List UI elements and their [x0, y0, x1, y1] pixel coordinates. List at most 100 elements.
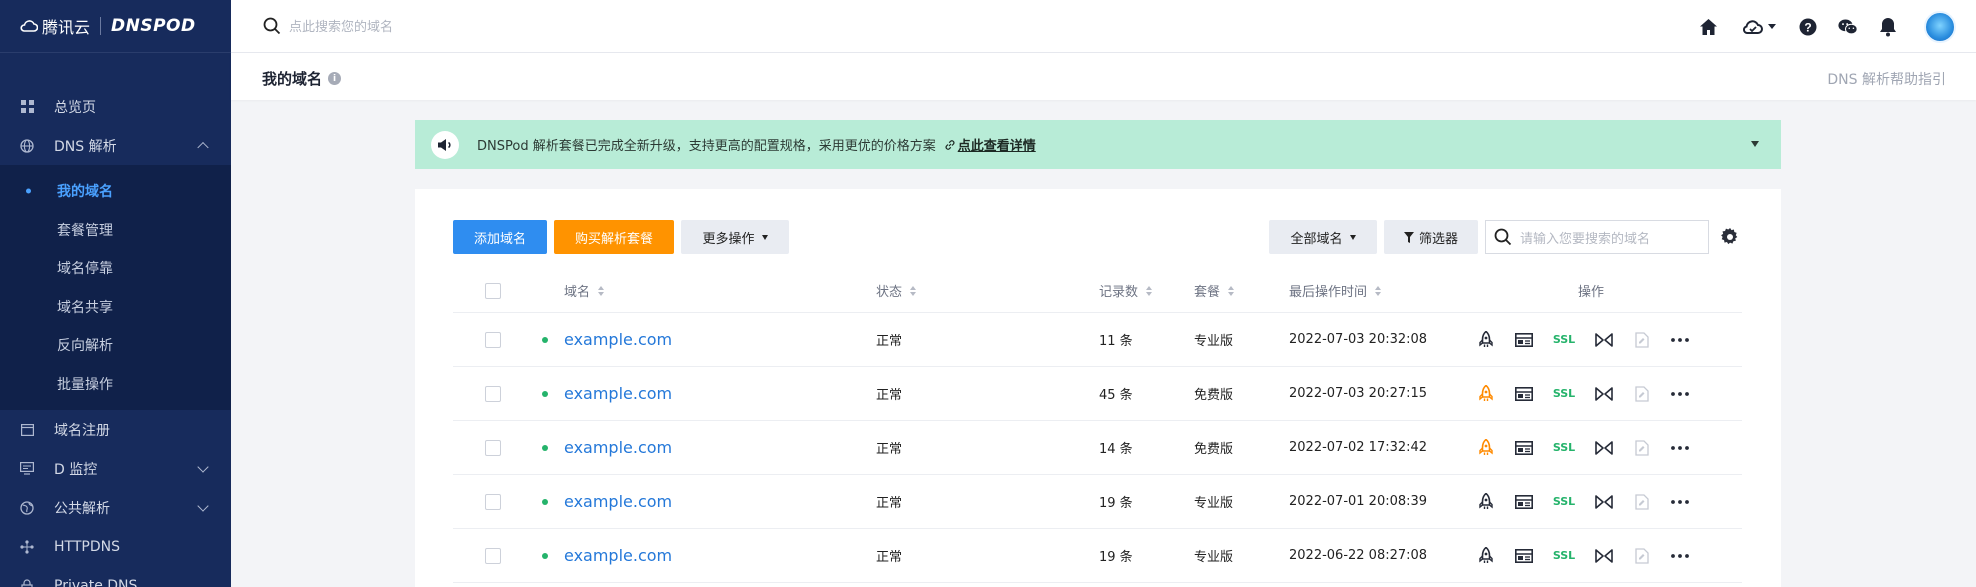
all-domains-dropdown[interactable]: 全部域名	[1269, 220, 1377, 254]
sidebar-subitem-packages[interactable]: 套餐管理	[0, 211, 231, 250]
domain-cell: example.com	[564, 367, 672, 420]
mirror-icon[interactable]	[1594, 330, 1614, 350]
collapse-caret-icon[interactable]	[1751, 141, 1759, 147]
bell-icon[interactable]	[1878, 17, 1898, 37]
rocket-icon[interactable]	[1476, 384, 1496, 404]
row-actions: SSL	[1476, 546, 1708, 566]
more-icon[interactable]	[1670, 438, 1690, 458]
mirror-icon[interactable]	[1594, 492, 1614, 512]
rocket-icon[interactable]	[1476, 330, 1496, 350]
row-checkbox[interactable]	[485, 385, 501, 402]
row-checkbox[interactable]	[485, 547, 501, 564]
more-actions-dropdown[interactable]: 更多操作	[681, 220, 789, 254]
col-records[interactable]: 记录数	[1099, 269, 1153, 312]
domain-link[interactable]: example.com	[564, 438, 672, 457]
sidebar-subitem-domain-sharing[interactable]: 域名共享	[0, 288, 231, 327]
rocket-icon[interactable]	[1476, 492, 1496, 512]
table-row[interactable]: example.com 正常 45 条 免费版 2022-07-03 20:27…	[453, 367, 1742, 421]
sidebar-subitem-my-domains[interactable]: 我的域名	[0, 172, 231, 211]
sort-icon	[1146, 285, 1153, 296]
row-checkbox[interactable]	[485, 493, 501, 510]
select-all-checkbox[interactable]	[485, 282, 501, 299]
table-header: 域名 状态 记录数 套餐 最后操作时间 操作	[453, 269, 1742, 313]
avatar[interactable]	[1924, 10, 1956, 43]
sidebar-item-d-monitor[interactable]: D 监控	[0, 449, 231, 488]
add-domain-button[interactable]: 添加域名	[453, 220, 547, 254]
domain-search-input[interactable]: 请输入您要搜索的域名	[1485, 220, 1709, 254]
plan-cell: 免费版	[1194, 388, 1234, 403]
global-search[interactable]: 点此搜索您的域名	[263, 16, 393, 35]
sidebar-item-httpdns[interactable]: HTTPDNS	[0, 527, 231, 566]
gear-icon[interactable]	[1721, 228, 1739, 246]
row-checkbox[interactable]	[485, 331, 501, 348]
sidebar-item-dns[interactable]: DNS 解析	[0, 126, 231, 165]
ssl-icon[interactable]: SSL	[1552, 546, 1576, 566]
col-domain[interactable]: 域名	[564, 269, 605, 312]
certificate-icon	[1632, 384, 1652, 404]
records-cell: 45 条	[1099, 388, 1133, 403]
col-last-op[interactable]: 最后操作时间	[1289, 269, 1382, 312]
sidebar-item-label: DNS 解析	[54, 138, 117, 155]
more-icon[interactable]	[1670, 546, 1690, 566]
home-icon[interactable]	[1698, 17, 1718, 37]
mirror-icon[interactable]	[1594, 384, 1614, 404]
sidebar-subitem-domain-parking[interactable]: 域名停靠	[0, 249, 231, 288]
domain-link[interactable]: example.com	[564, 492, 672, 511]
domain-link[interactable]: example.com	[564, 546, 672, 565]
record-table-icon[interactable]	[1514, 438, 1534, 458]
row-select-cell	[485, 313, 501, 366]
sidebar-item-public-dns[interactable]: 公共解析	[0, 488, 231, 527]
ssl-icon[interactable]: SSL	[1552, 438, 1576, 458]
mirror-icon[interactable]	[1594, 546, 1614, 566]
table-row[interactable]: example.com 正常 19 条 专业版 2022-06-22 08:27…	[453, 529, 1742, 583]
sidebar-item-private-dns[interactable]: Private DNS	[0, 566, 231, 587]
last-op-time-cell: 2022-07-02 17:32:42	[1289, 440, 1428, 455]
wechat-icon[interactable]	[1838, 17, 1858, 37]
svg-text:?: ?	[1804, 20, 1811, 34]
info-icon[interactable]: i	[328, 72, 342, 85]
record-table-icon[interactable]	[1514, 492, 1534, 512]
sidebar-subitem-batch[interactable]: 批量操作	[0, 365, 231, 404]
help-icon[interactable]: ?	[1798, 17, 1818, 37]
brand[interactable]: 腾讯云 DNSPOD	[0, 0, 231, 53]
more-icon[interactable]	[1670, 384, 1690, 404]
last-op-time-cell: 2022-07-03 20:32:08	[1289, 332, 1428, 347]
buy-package-button[interactable]: 购买解析套餐	[554, 220, 674, 254]
col-plan[interactable]: 套餐	[1194, 269, 1235, 312]
sidebar-subitem-reverse-dns[interactable]: 反向解析	[0, 326, 231, 365]
col-status[interactable]: 状态	[876, 269, 917, 312]
col-actions: 操作	[1578, 269, 1604, 312]
table-row[interactable]: example.com 正常 11 条 专业版 2022-07-03 20:32…	[453, 313, 1742, 367]
filter-button[interactable]: 筛选器	[1384, 220, 1478, 254]
record-table-icon[interactable]	[1514, 384, 1534, 404]
notice-link-text: 点此查看详情	[957, 139, 1036, 154]
rocket-icon[interactable]	[1476, 546, 1496, 566]
record-table-icon[interactable]	[1514, 330, 1534, 350]
cloud-icon[interactable]	[1738, 17, 1778, 37]
certificate-icon	[1632, 438, 1652, 458]
row-checkbox[interactable]	[485, 439, 501, 456]
ssl-icon[interactable]: SSL	[1552, 384, 1576, 404]
row-select-cell	[485, 421, 501, 474]
record-table-icon[interactable]	[1514, 546, 1534, 566]
status-dot	[542, 390, 548, 397]
last-op-time-cell: 2022-06-22 08:27:08	[1289, 548, 1428, 563]
cloud-logo-icon	[20, 20, 38, 32]
domain-link[interactable]: example.com	[564, 330, 672, 349]
more-icon[interactable]	[1670, 492, 1690, 512]
table-row[interactable]: example.com 正常 14 条 免费版 2022-07-02 17:32…	[453, 421, 1742, 475]
domain-link[interactable]: example.com	[564, 384, 672, 403]
table-row[interactable]: example.com 正常 19 条 专业版 2022-07-01 20:08…	[453, 475, 1742, 529]
rocket-icon[interactable]	[1476, 438, 1496, 458]
more-icon[interactable]	[1670, 330, 1690, 350]
sidebar-item-overview[interactable]: 总览页	[0, 87, 231, 126]
notice-details-link[interactable]: 点此查看详情	[944, 135, 1036, 154]
row-select-cell	[485, 475, 501, 528]
ssl-icon[interactable]: SSL	[1552, 330, 1576, 350]
sidebar-item-domain-registration[interactable]: 域名注册	[0, 410, 231, 449]
status-cell: 正常	[876, 442, 903, 457]
ssl-icon[interactable]: SSL	[1552, 492, 1576, 512]
mirror-icon[interactable]	[1594, 438, 1614, 458]
row-select-cell	[485, 529, 501, 582]
help-guide-link[interactable]: DNS 解析帮助指引	[1827, 69, 1946, 89]
